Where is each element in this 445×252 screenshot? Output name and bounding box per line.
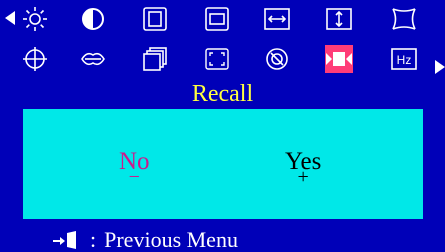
rotation-icon[interactable] xyxy=(21,45,49,73)
pincushion-icon[interactable] xyxy=(390,5,418,33)
exit-door-icon xyxy=(53,231,76,249)
h-size-icon[interactable] xyxy=(141,5,169,33)
right-arrow-icon[interactable] xyxy=(435,60,445,74)
left-arrow-icon[interactable] xyxy=(5,11,15,25)
page-title: Recall xyxy=(191,81,254,107)
yes-option[interactable]: Yes + xyxy=(285,149,321,187)
v-position-icon[interactable] xyxy=(325,5,353,33)
footer-hint: : Previous Menu xyxy=(52,228,238,252)
v-size-icon[interactable] xyxy=(203,5,231,33)
degauss-icon[interactable] xyxy=(263,45,291,73)
trapezoid-icon[interactable] xyxy=(79,45,107,73)
no-option[interactable]: No − xyxy=(119,149,150,187)
brightness-icon[interactable] xyxy=(21,5,49,33)
recall-icon[interactable] xyxy=(325,45,353,73)
multi-window-icon[interactable] xyxy=(141,45,169,73)
footer-text: Previous Menu xyxy=(104,227,238,252)
frequency-icon[interactable]: Hz xyxy=(390,45,418,73)
svg-text:Hz: Hz xyxy=(397,53,412,67)
h-position-icon[interactable] xyxy=(263,5,291,33)
contrast-icon[interactable] xyxy=(79,5,107,33)
zoom-icon[interactable] xyxy=(203,45,231,73)
osd-menu: Hz Recall No − Yes + : Previous Menu xyxy=(0,0,445,252)
footer-colon: : xyxy=(90,227,97,252)
recall-dialog: No − Yes + xyxy=(23,109,423,219)
